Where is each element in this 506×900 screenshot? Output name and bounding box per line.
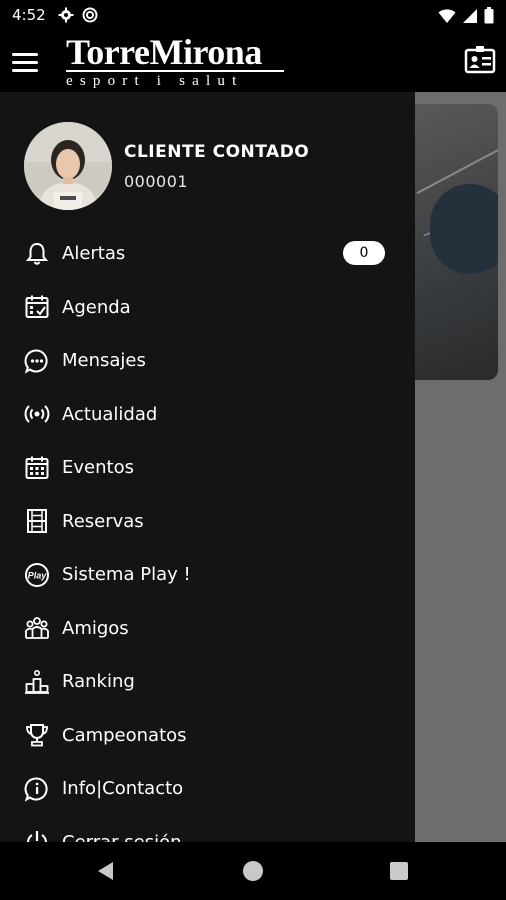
menu-item-label: Sistema Play ! [62,564,191,586]
podium-icon [24,669,50,695]
id-card-icon[interactable] [464,44,496,76]
menu-item-label: Campeonatos [62,724,187,746]
menu-item-amigos[interactable]: Amigos [0,602,415,656]
hamburger-menu-button[interactable] [12,46,44,78]
signal-icon [463,8,477,23]
status-right-icons [438,7,494,24]
menu-item-label: Info|Contacto [62,778,184,800]
sync-icon [82,7,98,23]
menu-item-label: Agenda [62,296,131,318]
logo-sub-text: esport i salut [66,73,244,89]
app-bar: TorreMirona esport i salut [0,32,506,92]
broadcast-icon [24,401,50,427]
menu-item-label: Reservas [62,510,144,532]
menu-item-label: Eventos [62,457,134,479]
menu-item-label: Mensajes [62,350,146,372]
profile-header[interactable]: CLIENTE CONTADO 000001 [0,92,415,222]
menu-item-label: Amigos [62,617,129,639]
menu-item-alertas[interactable]: Alertas 0 [0,227,415,281]
bell-icon [24,241,50,267]
status-left-icons [58,7,98,23]
drawer-menu: Alertas 0 Agenda Mensajes Actualidad Eve… [0,227,415,842]
menu-item-ranking[interactable]: Ranking [0,655,415,709]
svg-text:Play: Play [28,570,48,580]
calendar-check-icon [24,294,50,320]
status-time: 4:52 [12,6,46,24]
status-bar: 4:52 [0,0,506,32]
app-logo: TorreMirona esport i salut [66,32,284,89]
menu-item-label: Alertas [62,243,126,265]
menu-item-eventos[interactable]: Eventos [0,441,415,495]
court-icon [24,508,50,534]
menu-item-label: Ranking [62,671,135,693]
play-badge-icon: Play [24,562,50,588]
menu-item-label: Cerrar sesión [62,832,182,842]
trophy-icon [24,722,50,748]
menu-item-agenda[interactable]: Agenda [0,281,415,335]
alert-count-badge: 0 [343,241,385,265]
hamburger-icon [12,52,38,56]
profile-name: CLIENTE CONTADO [124,142,310,162]
menu-item-campeonatos[interactable]: Campeonatos [0,709,415,763]
battery-icon [484,7,494,24]
menu-item-actualidad[interactable]: Actualidad [0,388,415,442]
settings-icon [58,7,74,23]
menu-item-label: Actualidad [62,403,158,425]
menu-item-sistema-play[interactable]: Play Sistema Play ! [0,548,415,602]
menu-item-cerrar-sesion[interactable]: Cerrar sesión [0,816,415,842]
menu-item-info-contacto[interactable]: Info|Contacto [0,762,415,816]
calendar-grid-icon [24,455,50,481]
avatar [24,122,112,210]
info-bubble-icon [24,776,50,802]
system-nav-bar [0,842,506,900]
navigation-drawer: CLIENTE CONTADO 000001 Alertas 0 Agenda … [0,92,415,842]
chat-bubble-icon [24,348,50,374]
logo-main-text: TorreMirona [66,32,262,72]
menu-item-reservas[interactable]: Reservas [0,495,415,549]
profile-code: 000001 [124,172,189,191]
recents-icon[interactable] [390,862,408,880]
back-icon[interactable] [96,861,116,881]
group-icon [24,615,50,641]
power-icon [24,829,50,842]
home-icon[interactable] [243,861,263,881]
menu-item-mensajes[interactable]: Mensajes [0,334,415,388]
wifi-icon [438,8,456,23]
